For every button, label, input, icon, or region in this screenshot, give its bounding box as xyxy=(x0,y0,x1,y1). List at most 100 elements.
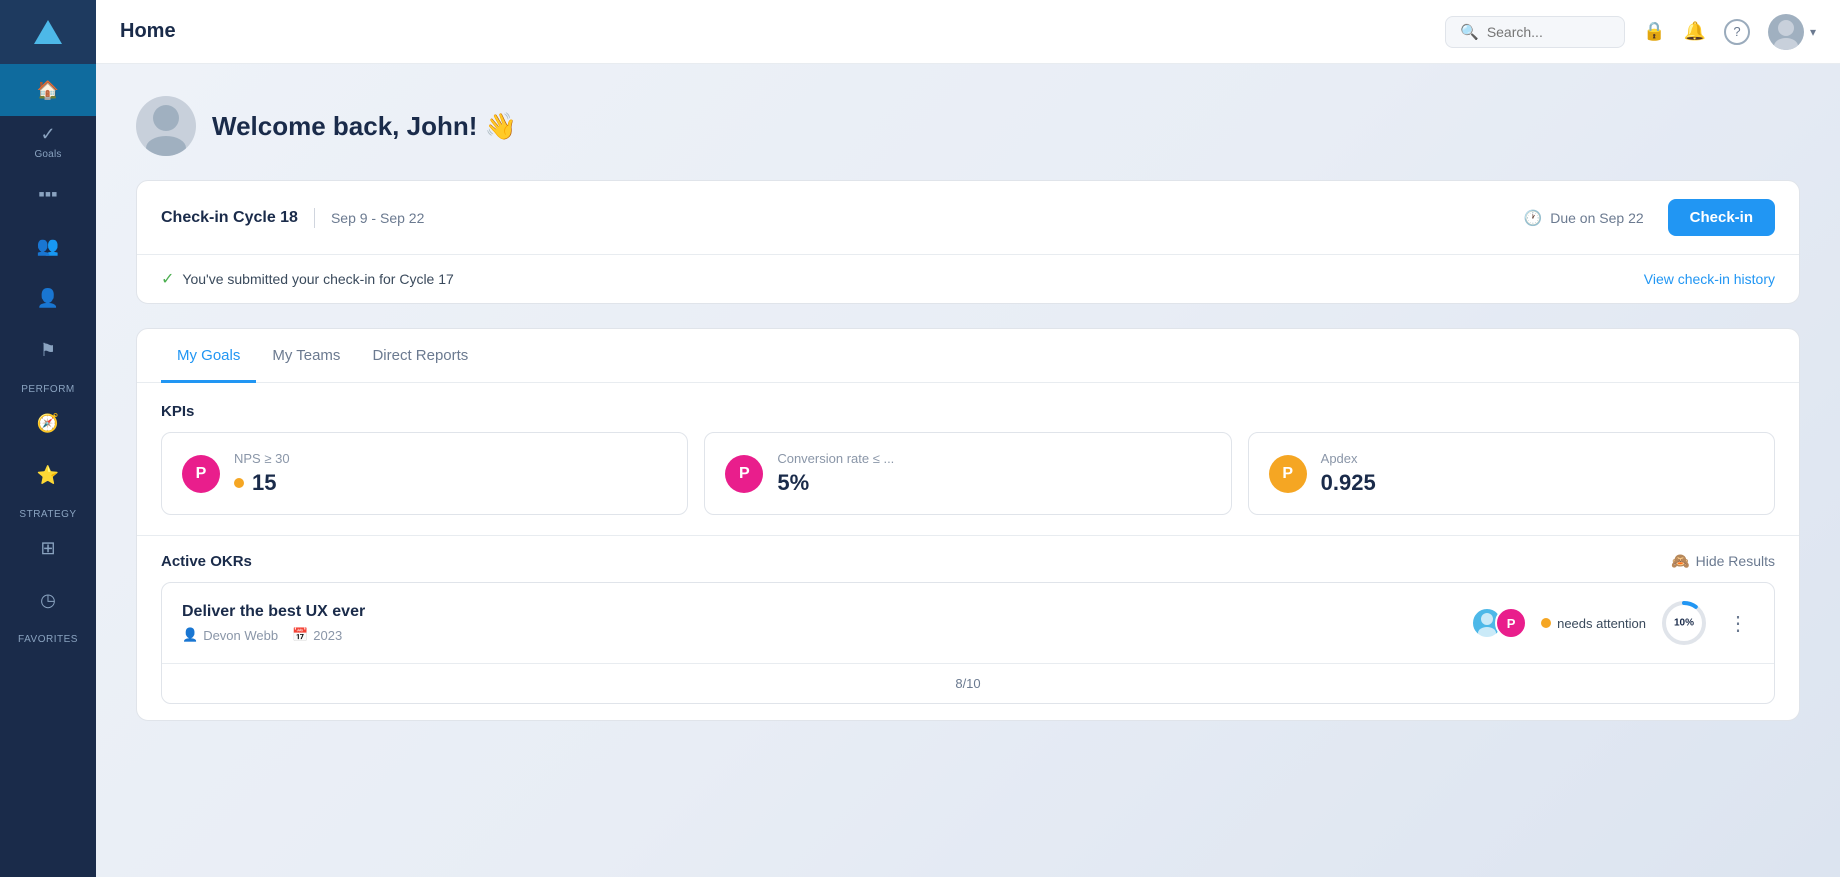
kpi-value-row-nps: 15 xyxy=(234,470,290,496)
compass-icon: 🧭 xyxy=(37,413,59,434)
kpi-badge-nps: P xyxy=(182,455,220,493)
owner-name: Devon Webb xyxy=(203,628,278,643)
logo-icon xyxy=(34,20,62,44)
user-avatar-wrapper[interactable]: ▾ xyxy=(1768,14,1816,50)
okr-section-title: Active OKRs xyxy=(161,553,252,570)
checkin-cycle-title: Check-in Cycle 18 xyxy=(161,209,298,227)
sidebar-item-home[interactable]: 🏠 xyxy=(0,64,96,116)
kpi-card-conversion: P Conversion rate ≤ ... 5% xyxy=(704,432,1231,515)
kpi-value-row-apdex: 0.925 xyxy=(1321,470,1376,496)
kpi-value-conversion: 5% xyxy=(777,470,809,496)
status-label: needs attention xyxy=(1557,616,1646,631)
kpi-badge-apdex: P xyxy=(1269,455,1307,493)
hide-icon: 🙈 xyxy=(1671,552,1690,570)
due-label: Due on Sep 22 xyxy=(1550,210,1643,226)
lock-icon[interactable]: 🔒 xyxy=(1643,21,1665,42)
sidebar-item-chart[interactable]: ◷ xyxy=(0,574,96,626)
checkin-due: 🕐 Due on Sep 22 Check-in xyxy=(1524,199,1775,236)
progress-label: 10% xyxy=(1674,618,1694,629)
sidebar-item-person[interactable]: 👤 xyxy=(0,272,96,324)
okr-meta: 👤 Devon Webb 📅 2023 xyxy=(182,627,1459,643)
team-icon: 👥 xyxy=(37,236,59,257)
sidebar-goals-label: Goals xyxy=(34,149,61,160)
okr-owner: 👤 Devon Webb xyxy=(182,627,278,643)
year-value: 2023 xyxy=(313,628,342,643)
kpi-label-nps: NPS ≥ 30 xyxy=(234,451,290,466)
sidebar: 🏠 ✓ Goals ▪▪▪ 👥 👤 ⚑ Perform 🧭 ⭐ Strategy… xyxy=(0,0,96,877)
check-submitted-icon: ✓ xyxy=(161,269,174,289)
okr-more-button[interactable]: ⋮ xyxy=(1722,607,1754,640)
strategy-section-label: Strategy xyxy=(0,501,96,522)
okr-goal-info: Deliver the best UX ever 👤 Devon Webb 📅 … xyxy=(182,603,1459,643)
sidebar-item-star[interactable]: ⭐ xyxy=(0,449,96,501)
tabs-row: My Goals My Teams Direct Reports xyxy=(137,329,1799,383)
favorites-section-label: Favorites xyxy=(0,626,96,647)
okr-item-ux: Deliver the best UX ever 👤 Devon Webb 📅 … xyxy=(161,582,1775,704)
sidebar-item-goals-check[interactable]: ✓ Goals xyxy=(0,116,96,168)
home-icon: 🏠 xyxy=(37,80,59,101)
kpi-value-apdex: 0.925 xyxy=(1321,470,1376,496)
sidebar-logo xyxy=(0,0,96,64)
avatar-chevron: ▾ xyxy=(1810,25,1816,39)
hide-results-button[interactable]: 🙈 Hide Results xyxy=(1671,552,1775,570)
welcome-section: Welcome back, John! 👋 xyxy=(136,96,1800,156)
search-box[interactable]: 🔍 xyxy=(1445,16,1625,48)
checkin-divider xyxy=(314,208,315,228)
person-icon: 👤 xyxy=(37,288,59,309)
status-dot xyxy=(1541,618,1551,628)
view-history-link[interactable]: View check-in history xyxy=(1644,271,1775,287)
okr-goal-name: Deliver the best UX ever xyxy=(182,603,1459,621)
checkin-submitted-text: You've submitted your check-in for Cycle… xyxy=(182,271,453,287)
sidebar-item-flag[interactable]: ⚑ xyxy=(0,324,96,376)
avatar-letter: P xyxy=(1507,616,1516,631)
search-icon: 🔍 xyxy=(1460,23,1479,41)
kpi-value-nps: 15 xyxy=(252,470,276,496)
welcome-text: Welcome back, John! 👋 xyxy=(212,111,517,142)
goals-card: My Goals My Teams Direct Reports KPIs P … xyxy=(136,328,1800,721)
kpi-value-row-conversion: 5% xyxy=(777,470,894,496)
star-icon: ⭐ xyxy=(37,465,59,486)
help-icon[interactable]: ? xyxy=(1724,19,1750,45)
checkin-button[interactable]: Check-in xyxy=(1668,199,1775,236)
metrics-icon: ▪▪▪ xyxy=(38,184,57,205)
tab-my-goals[interactable]: My Goals xyxy=(161,329,256,383)
calendar-icon: 📅 xyxy=(292,627,308,643)
kpi-label-apdex: Apdex xyxy=(1321,451,1376,466)
okr-progress-circle: 10% xyxy=(1660,599,1708,647)
avatar-2: P xyxy=(1495,607,1527,639)
sidebar-item-team[interactable]: 👥 xyxy=(0,220,96,272)
kpi-row: P NPS ≥ 30 15 P xyxy=(137,432,1799,535)
kpi-label-conversion: Conversion rate ≤ ... xyxy=(777,451,894,466)
okr-main-row: Deliver the best UX ever 👤 Devon Webb 📅 … xyxy=(162,583,1774,663)
kpi-dot-nps xyxy=(234,478,244,488)
kpis-section-header: KPIs xyxy=(137,383,1799,432)
kpi-card-nps: P NPS ≥ 30 15 xyxy=(161,432,688,515)
hide-results-label: Hide Results xyxy=(1696,553,1775,569)
okr-header: Active OKRs 🙈 Hide Results xyxy=(137,535,1799,582)
search-input[interactable] xyxy=(1487,24,1607,40)
welcome-avatar xyxy=(136,96,196,156)
okr-bottom-value: 8/10 xyxy=(955,676,980,691)
topbar: Home 🔍 🔒 🔔 ? ▾ xyxy=(96,0,1840,64)
okr-avatars: P xyxy=(1471,607,1527,639)
checkin-top: Check-in Cycle 18 Sep 9 - Sep 22 🕐 Due o… xyxy=(137,181,1799,255)
checkin-card: Check-in Cycle 18 Sep 9 - Sep 22 🕐 Due o… xyxy=(136,180,1800,304)
clock-icon: 🕐 xyxy=(1524,209,1543,227)
check-icon: ✓ xyxy=(40,124,55,145)
sidebar-item-metrics[interactable]: ▪▪▪ xyxy=(0,168,96,220)
bell-icon[interactable]: 🔔 xyxy=(1684,21,1706,42)
okr-status: needs attention xyxy=(1541,616,1646,631)
tab-my-teams[interactable]: My Teams xyxy=(256,329,356,383)
tab-direct-reports[interactable]: Direct Reports xyxy=(356,329,484,383)
sidebar-item-compass[interactable]: 🧭 xyxy=(0,397,96,449)
user-avatar xyxy=(1768,14,1804,50)
main-wrapper: Home 🔍 🔒 🔔 ? ▾ Welcome back, John! 👋 xyxy=(96,0,1840,877)
sidebar-item-hierarchy[interactable]: ⊞ xyxy=(0,522,96,574)
main-content: Welcome back, John! 👋 Check-in Cycle 18 … xyxy=(96,64,1840,877)
kpi-card-apdex: P Apdex 0.925 xyxy=(1248,432,1775,515)
checkin-dates: Sep 9 - Sep 22 xyxy=(331,210,424,226)
perform-section-label: Perform xyxy=(0,376,96,397)
hierarchy-icon: ⊞ xyxy=(40,538,55,559)
okr-year: 📅 2023 xyxy=(292,627,342,643)
okr-actions: P needs attention xyxy=(1471,599,1754,647)
